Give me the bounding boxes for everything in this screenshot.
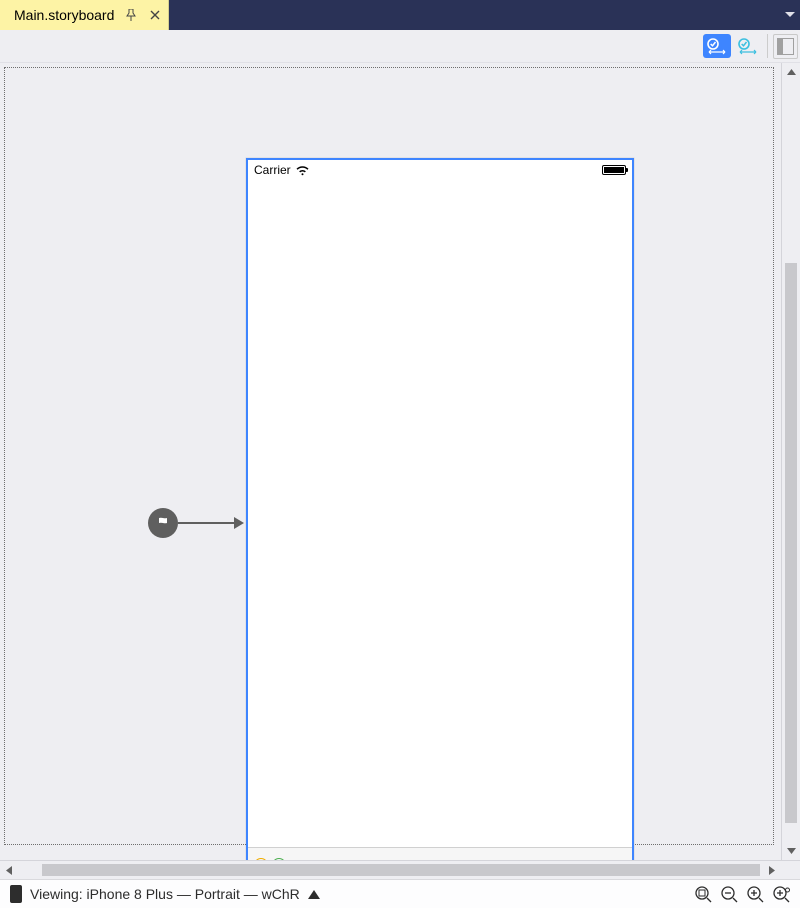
toggle-properties-panel-button[interactable] [773,34,798,59]
zoom-out-button[interactable] [716,883,742,905]
device-status-bar: Carrier [248,160,632,180]
viewing-label[interactable]: Viewing: iPhone 8 Plus — Portrait — wChR [30,886,300,902]
update-frames-button[interactable] [734,34,762,58]
tab-bar: Main.storyboard [0,0,800,30]
zoom-actual-button[interactable] [742,883,768,905]
arrow-line [178,522,234,524]
zoom-controls [690,883,794,905]
designer-toolbar [0,30,800,63]
horizontal-scroll-thumb[interactable] [42,864,760,876]
scroll-right-button[interactable] [763,861,781,880]
zoom-in-button[interactable] [768,883,794,905]
tab-dropdown-icon[interactable] [780,0,800,30]
document-tab[interactable]: Main.storyboard [0,0,169,30]
carrier-label: Carrier [254,163,291,177]
toolbar-separator [767,34,768,58]
close-icon[interactable] [148,8,162,22]
arrow-head-icon [234,517,244,529]
scroll-up-button[interactable] [782,63,800,81]
wifi-icon [295,165,310,176]
view-controller-view[interactable] [248,180,632,847]
bottom-status-bar: Viewing: iPhone 8 Plus — Portrait — wChR [0,879,800,908]
disclosure-triangle-icon[interactable] [308,890,320,899]
device-frame[interactable]: Carrier [246,158,634,883]
zoom-to-fit-button[interactable] [690,883,716,905]
pin-icon[interactable] [124,8,138,22]
document-tab-title: Main.storyboard [14,7,114,23]
update-constraints-button[interactable] [703,34,731,58]
horizontal-scrollbar[interactable] [0,860,800,879]
scroll-down-button[interactable] [782,842,800,860]
flag-icon [148,508,178,538]
device-icon [10,885,22,903]
vertical-scroll-thumb[interactable] [785,263,797,823]
entry-point-arrow[interactable] [148,508,244,538]
scrollbar-corner [781,861,800,880]
battery-icon [602,165,626,175]
scroll-left-button[interactable] [0,861,18,880]
design-canvas[interactable]: Carrier [0,63,800,860]
vertical-scrollbar[interactable] [781,63,800,860]
